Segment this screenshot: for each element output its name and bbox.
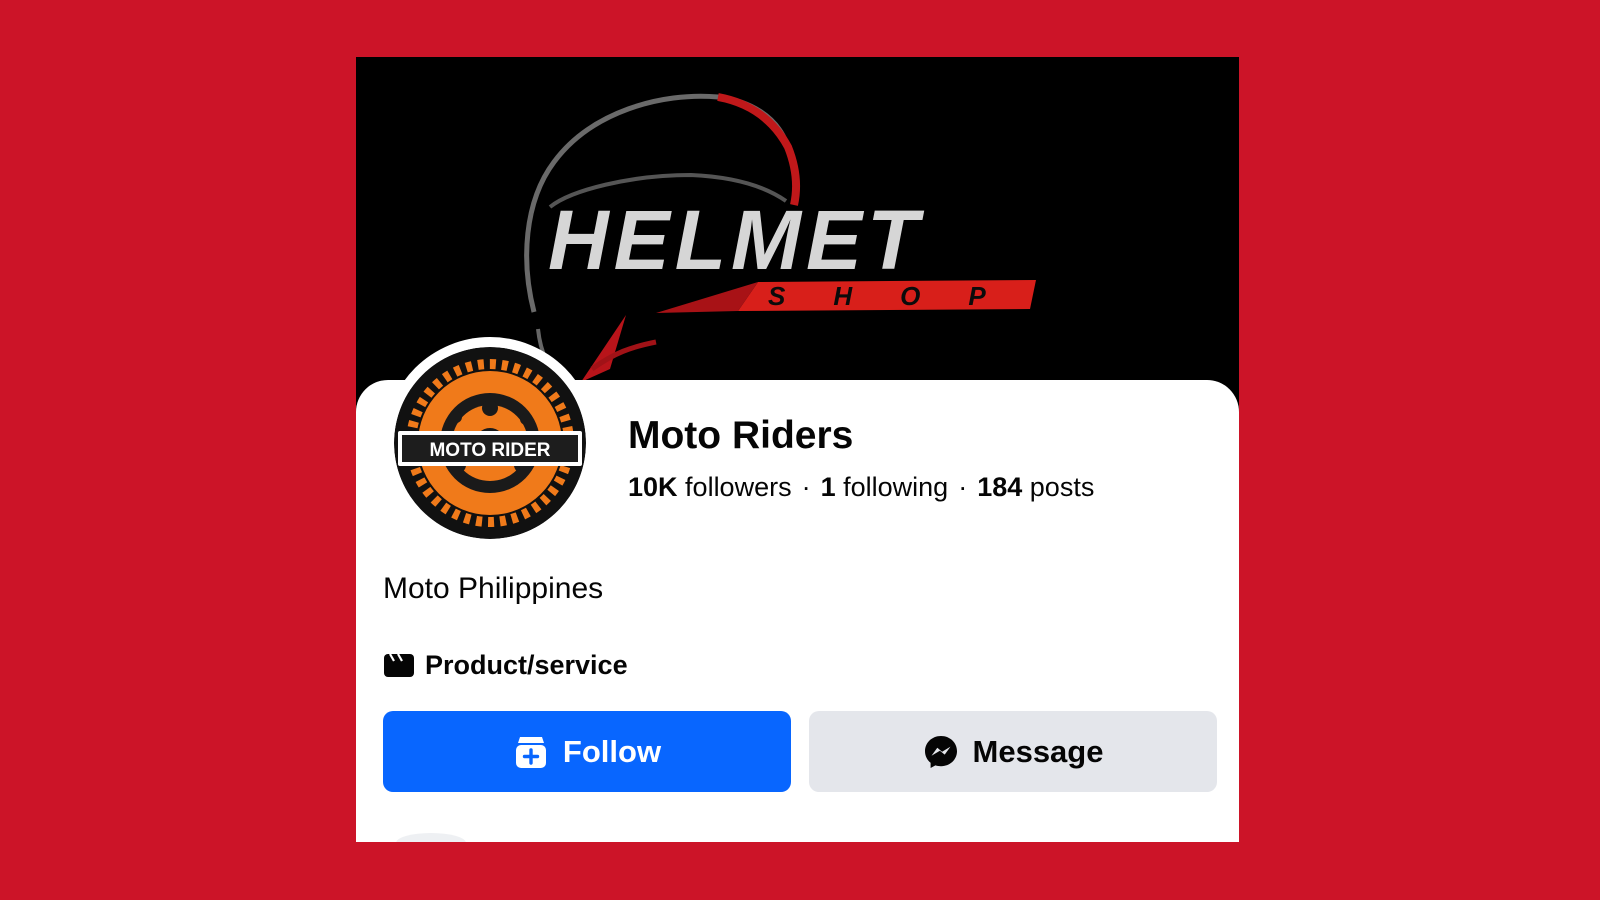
follow-page-icon (513, 734, 549, 770)
avatar-logo-text: MOTO RIDER (429, 440, 550, 461)
followers-count[interactable]: 10K (628, 472, 678, 502)
category-label: Product/service (425, 649, 628, 680)
following-label[interactable]: following (843, 472, 948, 502)
posts-count: 184 (977, 472, 1023, 502)
follow-label: Follow (562, 733, 662, 769)
stats-separator: · (801, 472, 811, 502)
stats-separator: · (958, 472, 968, 502)
profile-card: HELMET SHOP MOTO RIDER Moto Riders 10K f… (356, 57, 1239, 842)
page-category: Product/service (383, 647, 628, 683)
avatar[interactable]: MOTO RIDER (394, 347, 586, 539)
message-label: Message (972, 733, 1104, 769)
following-count[interactable]: 1 (821, 472, 836, 502)
product-tag-icon (383, 652, 415, 678)
posts-label: posts (1029, 472, 1095, 502)
cover-subtitle: SHOP (768, 281, 1034, 311)
cover-title: HELMET (548, 193, 925, 287)
message-button[interactable]: Message (809, 711, 1217, 792)
page-bio: Moto Philippines (383, 572, 604, 605)
moto-rider-logo: MOTO RIDER (394, 347, 586, 539)
follow-button[interactable]: Follow (383, 711, 791, 792)
followers-label[interactable]: followers (685, 472, 792, 502)
profile-stats: 10K followers · 1 following · 184 posts (628, 472, 1094, 503)
messenger-icon (923, 734, 959, 770)
page-name: Moto Riders (628, 414, 854, 457)
